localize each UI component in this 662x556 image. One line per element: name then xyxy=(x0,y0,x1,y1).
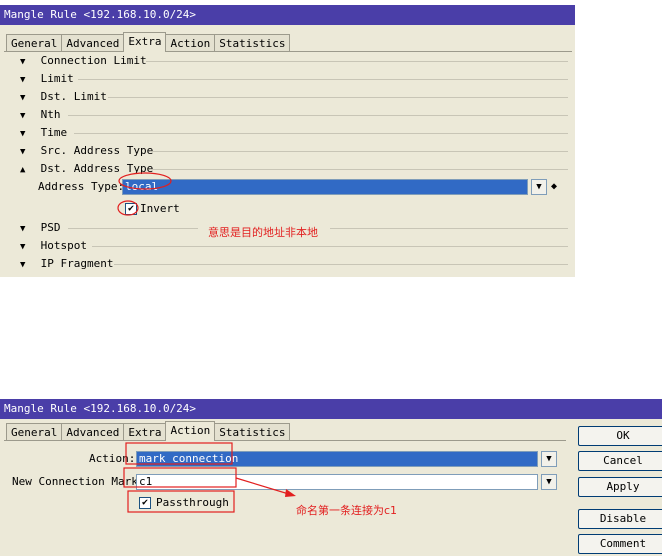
expand-arrow-icon: ▼ xyxy=(20,57,26,67)
address-type-label: Address Type: xyxy=(38,180,125,193)
mangle-rule-window-extra: Mangle Rule <192.168.10.0/24> General Ad… xyxy=(0,5,575,277)
section-connection-limit[interactable]: ▼ Connection Limit xyxy=(20,54,147,68)
new-connection-mark-input[interactable]: c1 xyxy=(136,474,538,490)
apply-button[interactable]: Apply xyxy=(578,477,662,497)
action-label: Action: xyxy=(89,452,136,465)
section-dst-limit[interactable]: ▼ Dst. Limit xyxy=(20,90,107,104)
tab-action[interactable]: Action xyxy=(165,421,216,441)
tab-extra[interactable]: Extra xyxy=(123,32,167,52)
tab-bar: General Advanced Extra Action Statistics xyxy=(6,32,291,52)
section-nth[interactable]: ▼ Nth xyxy=(20,108,61,122)
expand-arrow-icon: ▼ xyxy=(20,242,26,252)
tab-advanced[interactable]: Advanced xyxy=(61,423,125,441)
section-dst-address-type[interactable]: ▲ Dst. Address Type xyxy=(20,162,153,176)
collapse-arrow-icon: ▲ xyxy=(20,165,26,175)
tab-general[interactable]: General xyxy=(6,423,63,441)
ok-button[interactable]: OK xyxy=(578,426,662,446)
tab-statistics[interactable]: Statistics xyxy=(214,423,291,441)
expand-arrow-icon: ▼ xyxy=(20,129,26,139)
section-limit[interactable]: ▼ Limit xyxy=(20,72,74,86)
passthrough-label: Passthrough xyxy=(156,496,229,509)
expand-arrow-icon: ▼ xyxy=(20,75,26,85)
action-select[interactable]: mark connection xyxy=(136,451,538,467)
comment-button[interactable]: Comment xyxy=(578,534,662,554)
window-title: Mangle Rule <192.168.10.0/24> xyxy=(0,399,662,419)
tab-extra[interactable]: Extra xyxy=(123,423,167,441)
section-ip-fragment[interactable]: ▼ IP Fragment xyxy=(20,257,113,271)
tab-general[interactable]: General xyxy=(6,34,63,52)
invert-checkbox[interactable]: ✔ xyxy=(125,203,137,215)
tab-action[interactable]: Action xyxy=(165,34,216,52)
new-connection-mark-label: New Connection Mark: xyxy=(12,475,145,488)
tab-statistics[interactable]: Statistics xyxy=(214,34,291,52)
tab-advanced[interactable]: Advanced xyxy=(61,34,125,52)
annotation-note: 命名第一条连接为c1 xyxy=(296,504,398,517)
tab-bar: General Advanced Extra Action Statistics xyxy=(6,421,291,441)
expand-arrow-icon: ▼ xyxy=(20,147,26,157)
dropdown-arrow-icon[interactable]: ▼ xyxy=(541,474,557,490)
expand-arrow-icon: ▼ xyxy=(20,260,26,270)
dropdown-arrow-icon[interactable]: ▼ xyxy=(531,179,547,195)
cancel-button[interactable]: Cancel xyxy=(578,451,662,471)
expand-arrow-icon: ▼ xyxy=(20,224,26,234)
address-type-select[interactable]: local xyxy=(122,179,528,195)
section-time[interactable]: ▼ Time xyxy=(20,126,67,140)
passthrough-checkbox[interactable]: ✔ xyxy=(139,497,151,509)
section-hotspot[interactable]: ▼ Hotspot xyxy=(20,239,87,253)
expand-arrow-icon: ▼ xyxy=(20,93,26,103)
section-psd[interactable]: ▼ PSD xyxy=(20,221,61,235)
dropdown-arrow-icon[interactable]: ▼ xyxy=(541,451,557,467)
section-src-address-type[interactable]: ▼ Src. Address Type xyxy=(20,144,153,158)
invert-toggle-icon[interactable]: ◆ xyxy=(551,179,557,195)
window-title: Mangle Rule <192.168.10.0/24> xyxy=(0,5,575,25)
disable-button[interactable]: Disable xyxy=(578,509,662,529)
annotation-note: 意思是目的地址非本地 xyxy=(208,226,318,239)
expand-arrow-icon: ▼ xyxy=(20,111,26,121)
mangle-rule-window-action: Mangle Rule <192.168.10.0/24> General Ad… xyxy=(0,399,662,556)
invert-label: Invert xyxy=(140,202,180,215)
